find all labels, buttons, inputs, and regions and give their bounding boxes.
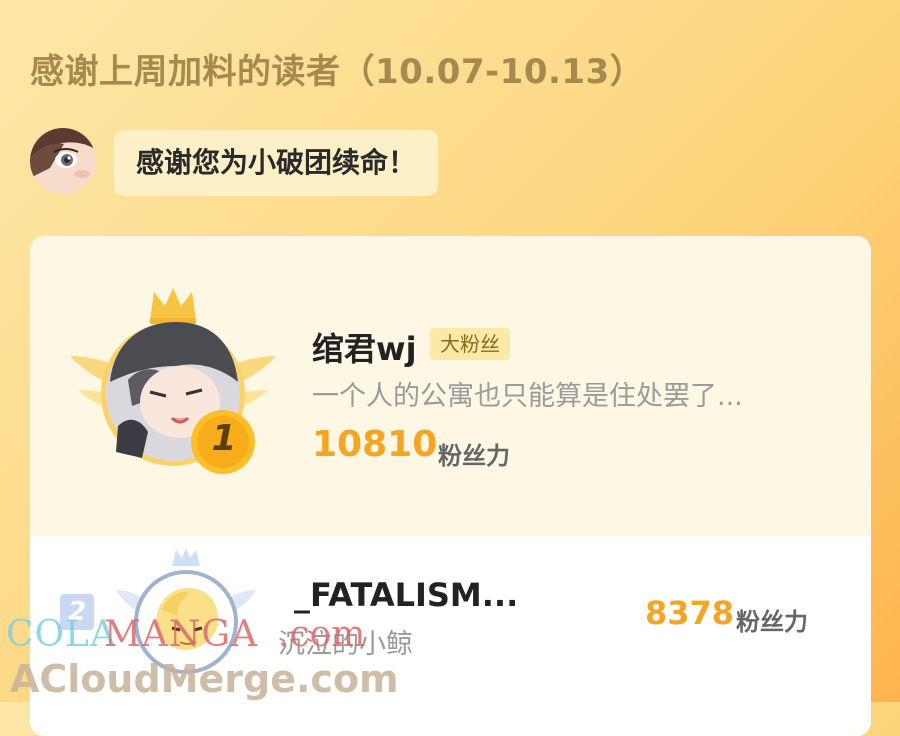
host-avatar-image <box>30 128 96 194</box>
rank-2-username[interactable]: _FATALISM... <box>294 576 518 614</box>
rank-1-fan-badge: 大粉丝 <box>430 328 510 360</box>
rank-2-crown-icon <box>172 548 200 566</box>
rank-1-username[interactable]: 绾君wj <box>312 324 417 370</box>
rank-2-power-value: 8378 <box>645 594 735 632</box>
rank-2-row[interactable]: 2 _FATALISM... 沉泣的小鲸 8378 粉丝力 <box>30 536 871 736</box>
rank-2-power-label: 粉丝力 <box>736 608 808 636</box>
rank-1-power-label: 粉丝力 <box>438 442 510 470</box>
rank-2-signature: 沉泣的小鲸 <box>278 629 413 660</box>
rank-1-number: 1 <box>211 418 237 459</box>
leaderboard-card: 1 绾君wj 大粉丝 一个人的公寓也只能算是住处罢了... 10810 粉丝力 … <box>30 236 871 736</box>
rank-2-avatar[interactable] <box>116 546 256 696</box>
page-title: 感谢上周加料的读者（10.07-10.13） <box>30 52 645 92</box>
host-message-bubble: 感谢您为小破团续命！ <box>114 130 439 196</box>
crown-icon <box>150 288 196 320</box>
rank-2-avatar-frame <box>116 548 256 674</box>
rank-2-number: 2 <box>67 597 87 627</box>
rank-2-badge: 2 <box>60 594 94 630</box>
host-avatar <box>30 128 96 194</box>
rank-1-power-value: 10810 <box>312 424 438 465</box>
rank-1-avatar[interactable]: 1 <box>68 286 278 486</box>
rank-1-signature: 一个人的公寓也只能算是住处罢了... <box>312 381 743 412</box>
rank-1-avatar-frame <box>70 288 276 474</box>
